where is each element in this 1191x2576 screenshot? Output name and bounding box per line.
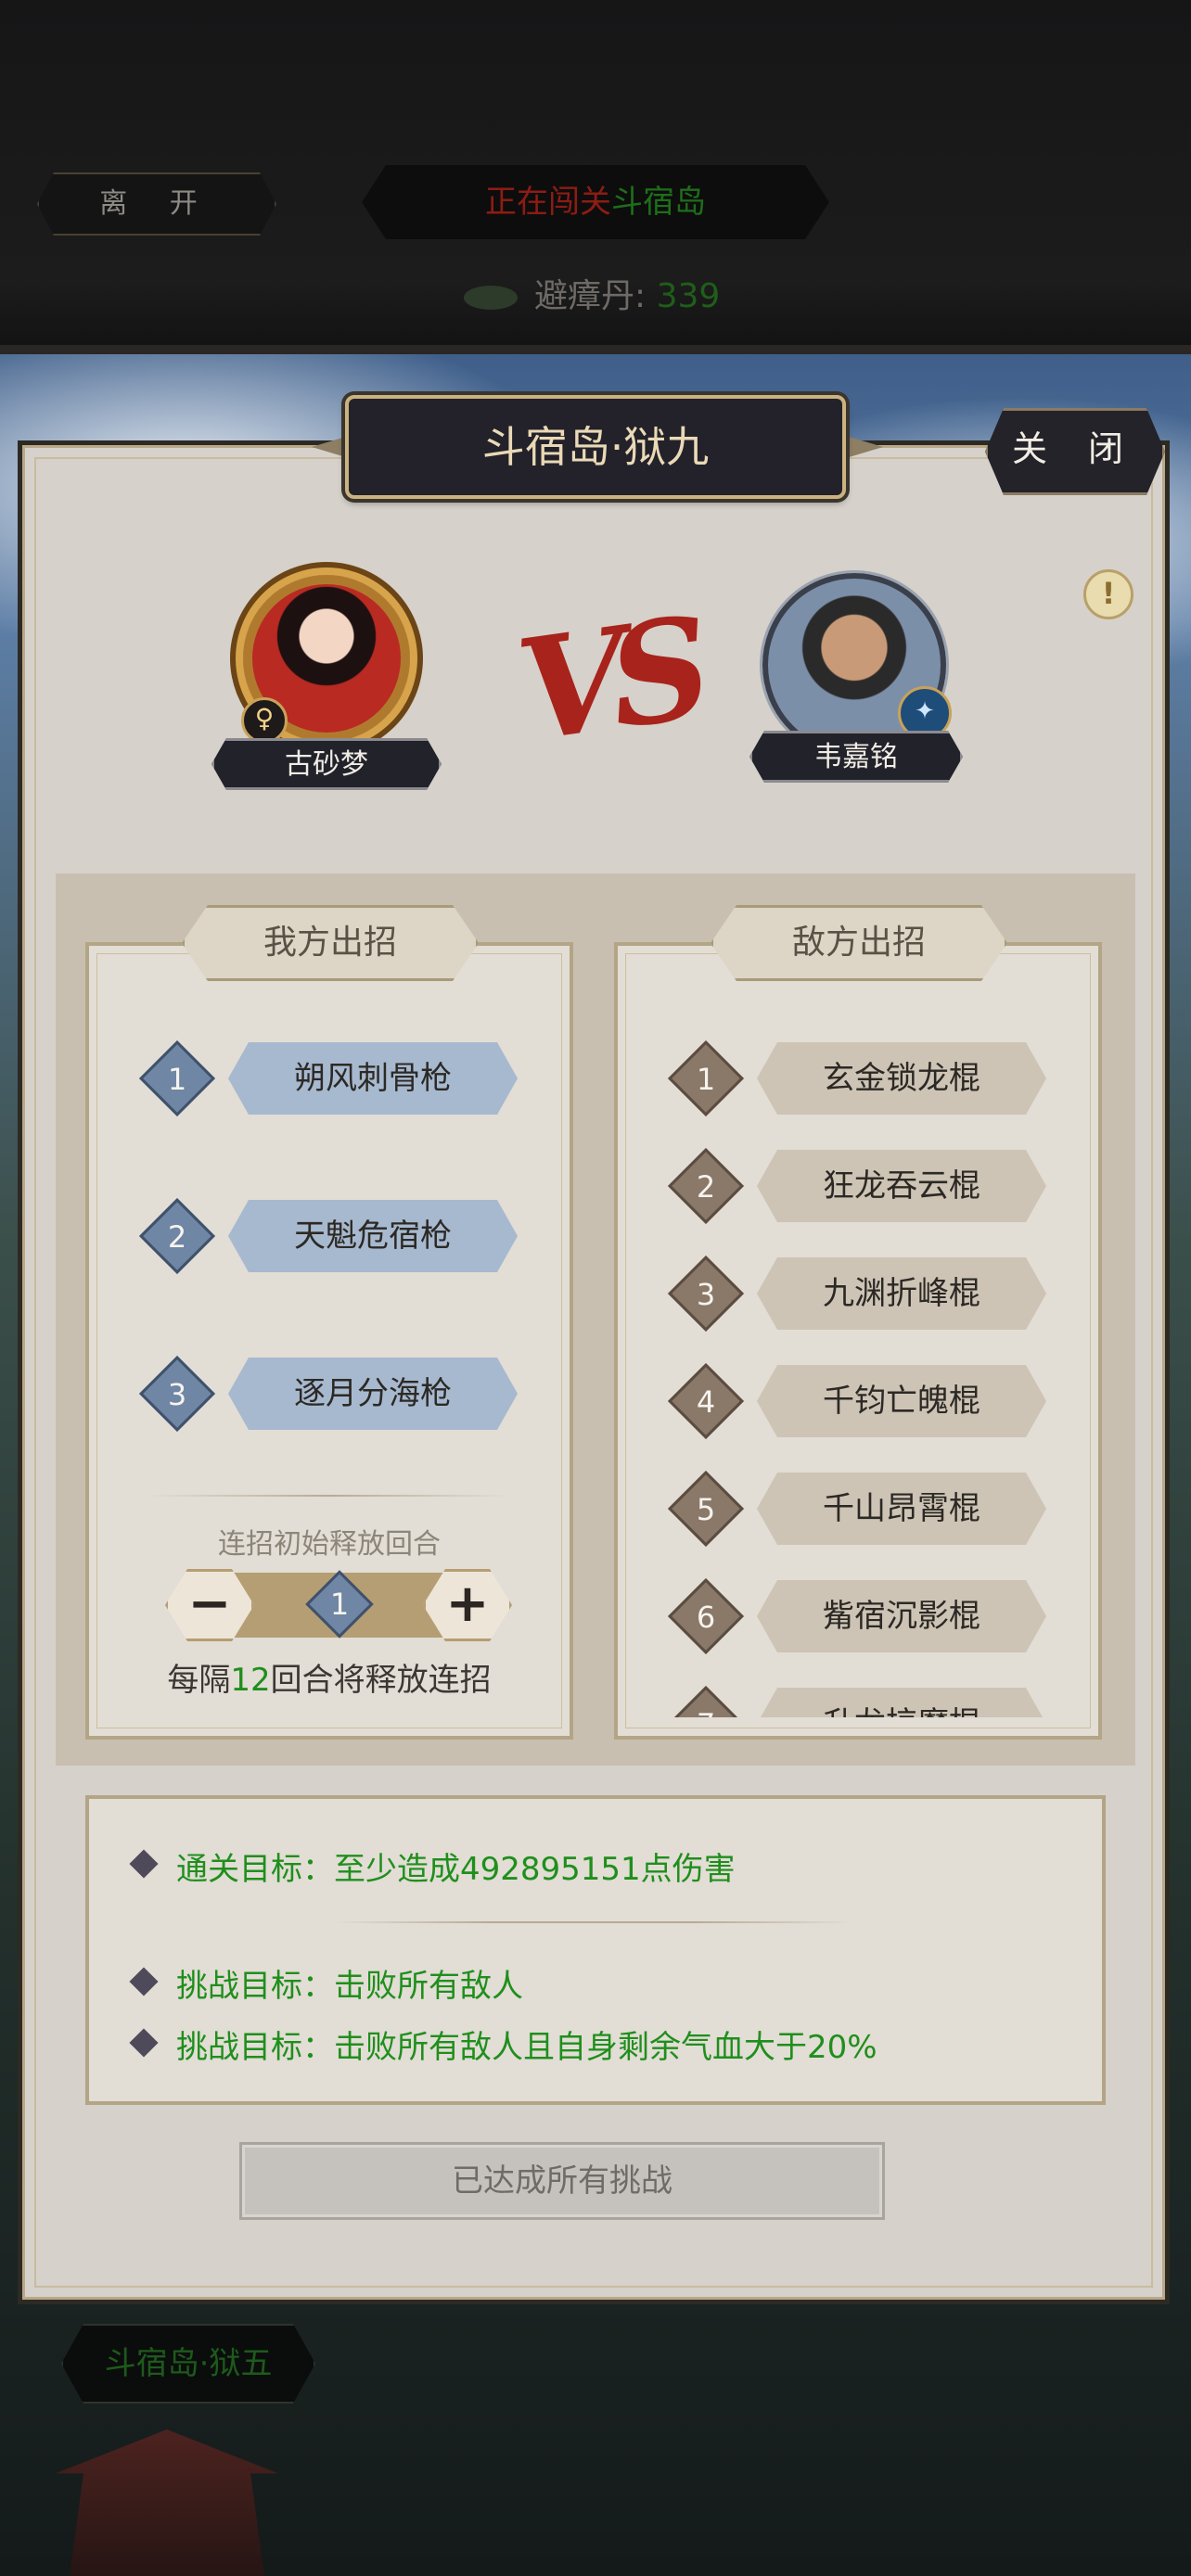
my-move-row[interactable]: 1 朔风刺骨枪 xyxy=(138,1039,529,1117)
move-name: 朔风刺骨枪 xyxy=(228,1042,518,1115)
enemy-move-row: 1 玄金锁龙棍 xyxy=(667,1039,1057,1117)
move-order-number: 3 xyxy=(167,1377,187,1412)
note-suffix: 回合将释放连招 xyxy=(270,1662,492,1699)
info-icon[interactable]: ! xyxy=(1083,569,1133,619)
move-order-number: 1 xyxy=(696,1062,716,1097)
enemy-move-row: 6 觜宿沉影棍 xyxy=(667,1577,1057,1655)
item-counter: 避瘴丹: 339 xyxy=(464,269,720,325)
move-name: 千钧亡魄棍 xyxy=(757,1365,1046,1437)
dialog-title: 斗宿岛·狱九 xyxy=(345,395,846,499)
combo-start-label: 连招初始释放回合 xyxy=(218,1528,441,1561)
move-order-number: 1 xyxy=(167,1062,187,1097)
enemy-move-row: 4 千钧亡魄棍 xyxy=(667,1362,1057,1440)
stage-prefix: 正在闯关 xyxy=(485,184,611,221)
antidote-pill-icon xyxy=(464,286,518,310)
stage-map-node[interactable]: 斗宿岛·狱五 xyxy=(61,2324,315,2404)
vs-icon: VS xyxy=(508,587,705,773)
my-move-row[interactable]: 3 逐月分海枪 xyxy=(138,1355,529,1433)
combo-start-value: 1 xyxy=(329,1587,350,1622)
move-order-number: 6 xyxy=(696,1600,716,1635)
move-name: 觜宿沉影棍 xyxy=(757,1580,1046,1652)
enemy-move-row: 7 升龙掠魔棍 xyxy=(667,1685,1057,1717)
divider xyxy=(334,1921,853,1923)
move-name: 千山昂霄棍 xyxy=(757,1473,1046,1545)
enemy-moves-list[interactable]: 1 玄金锁龙棍 2 狂龙吞云棍 3 九渊折峰棍 4 千钧亡魄棍 5 千山昂霄棍 … xyxy=(618,1029,1098,1717)
move-order-number: 5 xyxy=(696,1492,716,1527)
my-moves-tab: 我方出招 xyxy=(182,905,479,981)
move-order-number: 7 xyxy=(668,1688,744,1717)
move-name: 逐月分海枪 xyxy=(228,1358,518,1430)
move-order-number: 3 xyxy=(696,1277,716,1312)
my-move-row[interactable]: 2 天魁危宿枪 xyxy=(138,1197,529,1275)
clear-objective: 通关目标：至少造成492895151点伤害 xyxy=(176,1851,736,1888)
challenge-objective-1: 挑战目标：击败所有敌人 xyxy=(176,1968,523,2005)
stage-name: 斗宿岛 xyxy=(611,184,706,221)
combo-interval-note: 每隔12回合将释放连招 xyxy=(85,1654,573,1700)
combo-interval-value: 12 xyxy=(230,1662,271,1699)
item-count: 339 xyxy=(656,277,721,315)
leave-button[interactable]: 离 开 xyxy=(37,172,276,236)
close-button[interactable]: 关 闭 xyxy=(985,408,1165,495)
stage-banner: 正在闯关斗宿岛 xyxy=(362,165,829,239)
divider xyxy=(148,1495,510,1497)
top-bar-edge xyxy=(0,345,1191,354)
move-name: 天魁危宿枪 xyxy=(228,1200,518,1272)
enemy-move-row: 5 千山昂霄棍 xyxy=(667,1470,1057,1548)
enemy-move-row: 3 九渊折峰棍 xyxy=(667,1255,1057,1333)
female-icon: ♀ xyxy=(241,697,288,744)
move-name: 升龙掠魔棍 xyxy=(757,1688,1046,1717)
enemy-move-row: 2 狂龙吞云棍 xyxy=(667,1147,1057,1225)
move-name: 狂龙吞云棍 xyxy=(757,1150,1046,1222)
challenge-objective-2: 挑战目标：击败所有敌人且自身剩余气血大于20% xyxy=(176,2029,877,2066)
item-label: 避瘴丹: xyxy=(534,277,647,315)
note-prefix: 每隔 xyxy=(167,1662,231,1699)
player-name: 古砂梦 xyxy=(211,738,442,790)
enemy-moves-tab: 敌方出招 xyxy=(711,905,1007,981)
move-name: 九渊折峰棍 xyxy=(757,1257,1046,1330)
move-order-number: 2 xyxy=(167,1219,187,1255)
move-name: 玄金锁龙棍 xyxy=(757,1042,1046,1115)
move-order-number: 4 xyxy=(696,1384,716,1420)
enemy-name: 韦嘉铭 xyxy=(749,731,963,783)
all-challenges-complete-button[interactable]: 已达成所有挑战 xyxy=(239,2142,885,2220)
move-order-number: 2 xyxy=(696,1169,716,1205)
